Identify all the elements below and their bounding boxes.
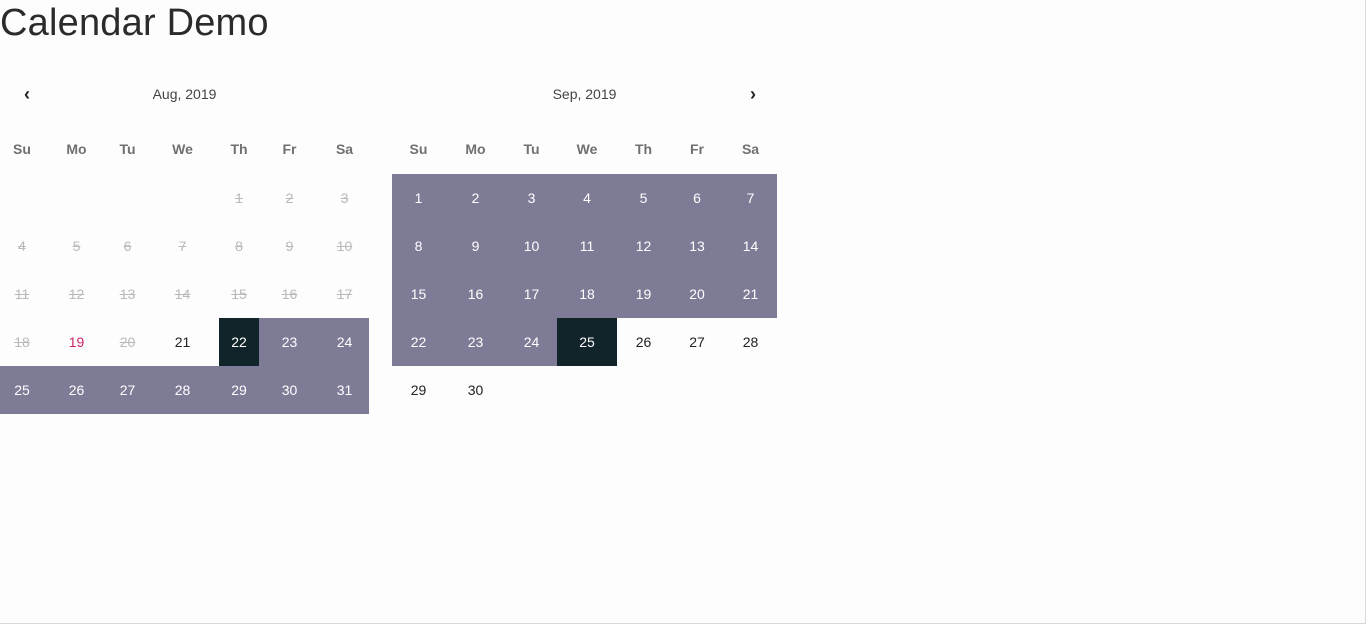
day-cell-26[interactable]: 26 xyxy=(617,318,670,366)
page-title: Calendar Demo xyxy=(0,2,269,44)
day-cell-16: 16 xyxy=(281,286,298,302)
day-cell-10[interactable]: 10 xyxy=(506,222,557,270)
weekday-label: We xyxy=(172,141,193,157)
day-cell-21[interactable]: 21 xyxy=(146,318,219,366)
day-cell-30[interactable]: 30 xyxy=(259,366,320,414)
month-title: Aug, 2019 xyxy=(152,86,217,102)
day-cell-6: 6 xyxy=(123,238,132,254)
weekday-label: Tu xyxy=(523,141,540,157)
day-cell-20[interactable]: 20 xyxy=(670,270,724,318)
weekday-label: Su xyxy=(13,141,31,157)
weekday-label: Mo xyxy=(465,141,486,157)
day-cell-16[interactable]: 16 xyxy=(445,270,506,318)
day-cell-14[interactable]: 14 xyxy=(724,222,777,270)
weekday-label: Su xyxy=(409,141,428,157)
empty-day-cell xyxy=(146,174,219,222)
day-cell-19[interactable]: 19 xyxy=(44,318,109,366)
day-cell-28[interactable]: 28 xyxy=(146,366,219,414)
weekday-header: Su Mo Tu We Th Fr Sa xyxy=(0,141,369,157)
empty-day-cell xyxy=(0,174,44,222)
weekday-label: Th xyxy=(230,141,248,157)
day-cell-28[interactable]: 28 xyxy=(724,318,777,366)
empty-day-cell xyxy=(109,174,146,222)
weekday-label: Th xyxy=(634,141,653,157)
weekday-label: Fr xyxy=(282,141,297,157)
day-cell-22[interactable]: 22 xyxy=(392,318,445,366)
day-cell-23[interactable]: 23 xyxy=(445,318,506,366)
day-cell-9[interactable]: 9 xyxy=(445,222,506,270)
day-cell-24[interactable]: 24 xyxy=(320,318,369,366)
day-cell-18[interactable]: 18 xyxy=(557,270,617,318)
day-cell-19[interactable]: 19 xyxy=(617,270,670,318)
day-cell-7: 7 xyxy=(178,238,187,254)
day-cell-9: 9 xyxy=(285,238,294,254)
day-cell-5: 5 xyxy=(72,238,81,254)
day-cell-22[interactable]: 22 xyxy=(219,318,259,366)
day-cell-8[interactable]: 8 xyxy=(392,222,445,270)
day-cell-1[interactable]: 1 xyxy=(392,174,445,222)
weekday-label: Sa xyxy=(741,141,760,157)
day-cell-23[interactable]: 23 xyxy=(259,318,320,366)
weekday-label: We xyxy=(576,141,598,157)
day-cell-18: 18 xyxy=(14,334,30,350)
day-cell-4: 4 xyxy=(18,238,26,254)
day-cell-27[interactable]: 27 xyxy=(670,318,724,366)
month-title: Sep, 2019 xyxy=(552,86,617,102)
day-grid: 1 2 3 4 5 6 7 8 9 10 11 12 13 14 15 16 17 18 19 20 21 22 23 24 2… xyxy=(0,174,369,414)
day-cell-6[interactable]: 6 xyxy=(670,174,724,222)
day-cell-4[interactable]: 4 xyxy=(557,174,617,222)
day-cell-11: 11 xyxy=(14,286,30,302)
calendar-demo-page: Calendar Demo ‹ › Aug, 2019 Su Mo Tu We Th Fr… xyxy=(0,0,1366,624)
weekday-header: Su Mo Tu We Th Fr Sa xyxy=(392,141,777,157)
day-cell-30[interactable]: 30 xyxy=(445,366,506,414)
day-cell-11[interactable]: 11 xyxy=(557,222,617,270)
day-cell-26[interactable]: 26 xyxy=(44,366,109,414)
day-cell-13[interactable]: 13 xyxy=(670,222,724,270)
weekday-label: Tu xyxy=(119,141,136,157)
day-cell-2: 2 xyxy=(285,190,294,206)
day-cell-14: 14 xyxy=(174,286,191,302)
day-cell-8: 8 xyxy=(235,238,243,254)
day-cell-15[interactable]: 15 xyxy=(392,270,445,318)
day-cell-21[interactable]: 21 xyxy=(724,270,777,318)
day-cell-24[interactable]: 24 xyxy=(506,318,557,366)
day-cell-31[interactable]: 31 xyxy=(320,366,369,414)
day-cell-2[interactable]: 2 xyxy=(445,174,506,222)
day-cell-27[interactable]: 27 xyxy=(109,366,146,414)
day-grid: 1 2 3 4 5 6 7 8 9 10 11 12 13 14 15 16 17 18 19 20 21 22 23 24 2… xyxy=(392,174,777,414)
weekday-label: Mo xyxy=(66,141,87,157)
day-cell-5[interactable]: 5 xyxy=(617,174,670,222)
day-cell-15: 15 xyxy=(231,286,247,302)
day-cell-29[interactable]: 29 xyxy=(219,366,259,414)
day-cell-17[interactable]: 17 xyxy=(506,270,557,318)
day-cell-25[interactable]: 25 xyxy=(0,366,44,414)
weekday-label: Fr xyxy=(690,141,704,157)
day-cell-3[interactable]: 3 xyxy=(506,174,557,222)
empty-day-cell xyxy=(44,174,109,222)
weekday-label: Sa xyxy=(335,141,354,157)
day-cell-12: 12 xyxy=(68,286,85,302)
day-cell-1: 1 xyxy=(235,190,243,206)
day-cell-10: 10 xyxy=(336,238,353,254)
day-cell-29[interactable]: 29 xyxy=(392,366,445,414)
day-cell-3: 3 xyxy=(340,190,349,206)
day-cell-17: 17 xyxy=(336,286,353,302)
day-cell-12[interactable]: 12 xyxy=(617,222,670,270)
day-cell-13: 13 xyxy=(119,286,136,302)
day-cell-20: 20 xyxy=(119,334,136,350)
day-cell-7[interactable]: 7 xyxy=(724,174,777,222)
day-cell-25[interactable]: 25 xyxy=(557,318,617,366)
